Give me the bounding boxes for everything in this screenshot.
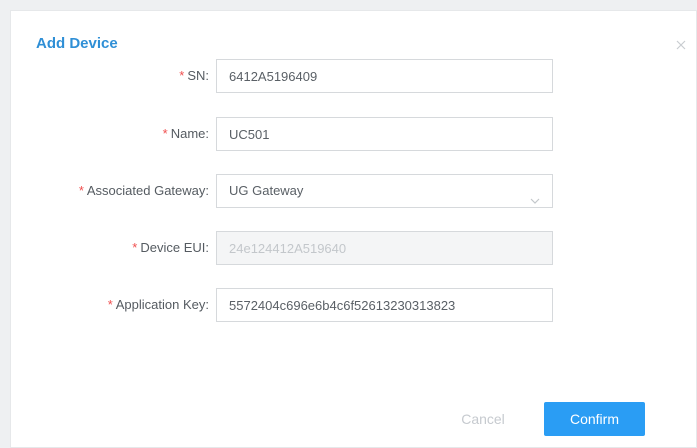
cancel-button[interactable]: Cancel	[458, 404, 508, 434]
device-eui-label: * Device EUI:	[132, 231, 209, 265]
application-key-label-text: Application Key:	[115, 297, 209, 312]
name-label-text: Name:	[170, 126, 209, 141]
form-row-device-eui: * Device EUI:	[11, 231, 697, 265]
gateway-label: * Associated Gateway:	[79, 174, 209, 208]
required-mark: *	[179, 68, 185, 83]
form-row-gateway: * Associated Gateway: UG Gateway	[11, 174, 697, 208]
name-label: * Name:	[163, 117, 209, 151]
chevron-down-icon	[530, 186, 540, 204]
gateway-selected-value: UG Gateway	[229, 183, 304, 198]
close-icon[interactable]	[676, 37, 686, 50]
gateway-label-text: Associated Gateway:	[86, 183, 209, 198]
device-eui-input[interactable]	[216, 231, 553, 265]
form-row-application-key: * Application Key:	[11, 288, 697, 322]
add-device-dialog: Add Device *SN: *Name: *Associated Gatew…	[10, 10, 697, 448]
form-row-name: * Name:	[11, 117, 697, 151]
name-input[interactable]	[216, 117, 553, 151]
dialog-title: Add Device	[36, 35, 118, 52]
required-mark: *	[107, 297, 113, 312]
sn-label: * SN:	[179, 59, 209, 93]
form-row-sn: * SN:	[11, 59, 697, 93]
required-mark: *	[78, 183, 84, 198]
required-mark: *	[162, 126, 168, 141]
sn-input[interactable]	[216, 59, 553, 93]
application-key-label: * Application Key:	[108, 288, 209, 322]
gateway-select[interactable]: UG Gateway	[216, 174, 553, 208]
required-mark: *	[132, 240, 138, 255]
confirm-button[interactable]: Confirm	[544, 402, 645, 436]
device-eui-label-text: Device EUI:	[140, 240, 209, 255]
sn-label-text: SN:	[187, 68, 209, 83]
application-key-input[interactable]	[216, 288, 553, 322]
